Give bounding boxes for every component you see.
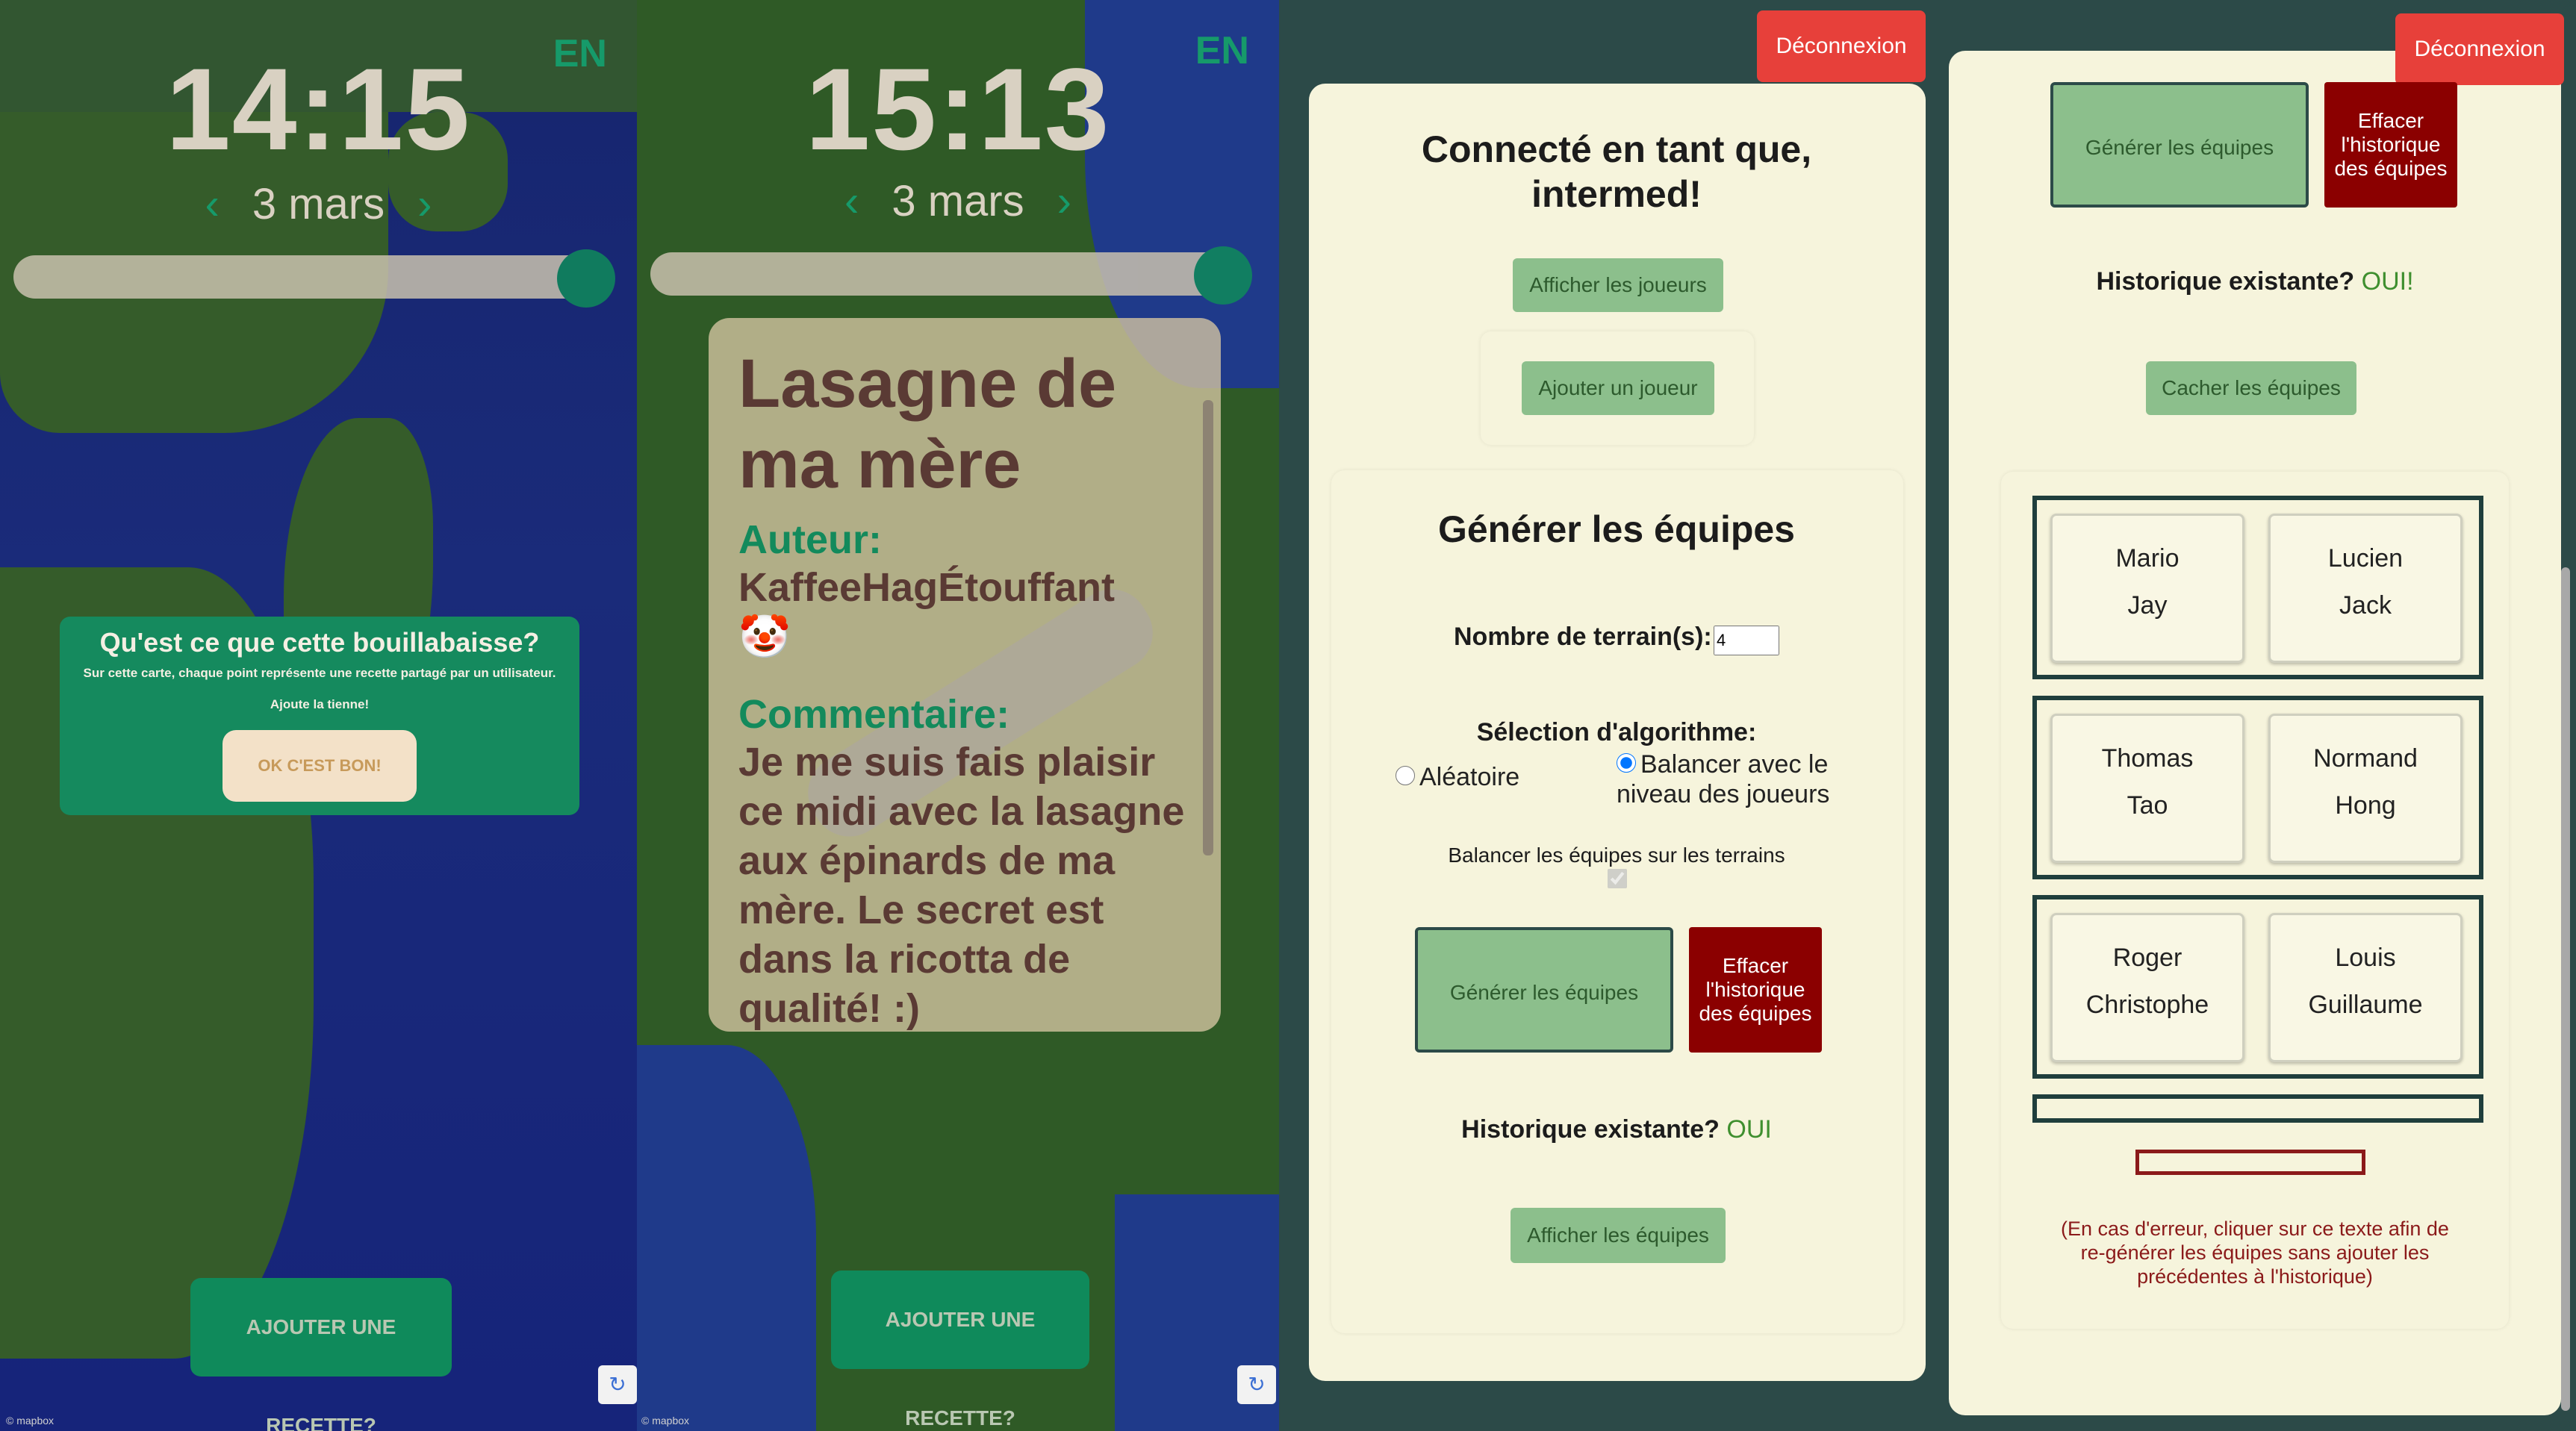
- chevron-left-icon[interactable]: ‹: [844, 177, 859, 225]
- player-name: Mario: [2115, 544, 2180, 573]
- info-popup: Qu'est ce que cette bouillabaisse? Sur c…: [60, 617, 579, 815]
- history-label: Historique existante?: [2096, 267, 2355, 296]
- team-group: Thomas Tao Normand Hong: [2032, 696, 2483, 879]
- ok-button[interactable]: OK C'EST BON!: [223, 730, 417, 802]
- team-card: Louis Guillaume: [2268, 913, 2463, 1062]
- clock: 15:13: [805, 45, 1111, 175]
- language-toggle[interactable]: EN: [553, 31, 607, 76]
- map-panel-city[interactable]: 15:13 EN ‹ 3 mars › Lasagne de ma mère Aut…: [637, 0, 1279, 1431]
- comment-text: Je me suis fais plaisir ce midi avec la …: [738, 740, 1185, 1031]
- slider-handle[interactable]: [557, 249, 615, 308]
- info-title: Qu'est ce que cette bouillabaisse?: [99, 627, 540, 658]
- slider-handle[interactable]: [1194, 246, 1252, 305]
- team-card: Thomas Tao: [2050, 714, 2244, 863]
- algo-balance-label: Balancer avec le niveau des joueurs: [1617, 750, 1830, 808]
- history-label: Historique existante?: [1461, 1115, 1720, 1144]
- history-status: Historique existante? OUI: [1340, 1115, 1893, 1144]
- hide-teams-button[interactable]: Cacher les équipes: [2146, 361, 2356, 415]
- logout-button[interactable]: Déconnexion: [1757, 10, 1926, 82]
- history-value: OUI: [1726, 1115, 1772, 1144]
- history-value: OUI!: [2361, 267, 2414, 296]
- team-card: Roger Christophe: [2050, 913, 2244, 1062]
- player-name: Jay: [2127, 591, 2168, 620]
- player-name: Thomas: [2101, 744, 2194, 773]
- player-name: Hong: [2335, 791, 2396, 820]
- author-name: KaffeeHagÉtouffant: [738, 565, 1116, 610]
- recaptcha-icon: ↻: [598, 1365, 637, 1404]
- recipe-popup[interactable]: Lasagne de ma mère Auteur: KaffeeHagÉtou…: [709, 318, 1221, 1032]
- scrollbar[interactable]: [2561, 567, 2570, 1411]
- map-credit: © mapbox: [641, 1415, 690, 1427]
- recipe-title: Lasagne de ma mère: [738, 346, 1117, 502]
- player-name: Guillaume: [2308, 991, 2423, 1019]
- team-group-empty: [2032, 1094, 2483, 1123]
- language-toggle[interactable]: EN: [1195, 28, 1249, 73]
- team-card: Mario Jay: [2050, 514, 2244, 663]
- map-water: [637, 1045, 816, 1431]
- player-name: Lucien: [2327, 544, 2404, 573]
- date-selector: ‹ 3 mars ›: [637, 176, 1279, 226]
- time-slider[interactable]: [13, 249, 615, 308]
- algo-random-label: Aléatoire: [1419, 763, 1520, 791]
- team-group: Mario Jay Lucien Jack: [2032, 496, 2483, 679]
- logout-button[interactable]: Déconnexion: [2395, 13, 2564, 85]
- clear-history-button[interactable]: Effacer l'historique des équipes: [2324, 82, 2457, 208]
- radio-random[interactable]: [1396, 766, 1415, 785]
- connected-as: Connecté en tant que, intermed!: [1421, 128, 1812, 215]
- radio-balance[interactable]: [1617, 753, 1636, 773]
- scrollbar[interactable]: [1203, 400, 1213, 855]
- chevron-right-icon[interactable]: ›: [1057, 177, 1071, 225]
- teams-panel: Déconnexion Générer les équipes Effacer …: [1949, 0, 2576, 1431]
- regenerate-note[interactable]: (En cas d'erreur, cliquer sur ce texte a…: [2046, 1217, 2464, 1288]
- show-teams-button[interactable]: Afficher les équipes: [1511, 1208, 1726, 1263]
- show-players-button[interactable]: Afficher les joueurs: [1513, 258, 1723, 312]
- chevron-left-icon[interactable]: ‹: [205, 180, 220, 228]
- player-name: Roger: [2112, 944, 2183, 972]
- player-name: Louis: [2335, 944, 2396, 972]
- fields-label: Nombre de terrain(s):: [1454, 623, 1712, 651]
- time-slider[interactable]: [650, 246, 1252, 305]
- add-recipe-button[interactable]: AJOUTER UNE RECETTE?: [190, 1278, 452, 1431]
- clock: 14:15: [166, 45, 471, 175]
- map-credit: © mapbox: [6, 1415, 55, 1427]
- balance-fields-label: Balancer les équipes sur les terrains: [1448, 844, 1785, 867]
- date-label: 3 mars: [252, 180, 385, 228]
- team-card: Lucien Jack: [2268, 514, 2463, 663]
- map-panel-world[interactable]: 14:15 EN ‹ 3 mars › Qu'est ce que cette bo…: [0, 0, 637, 1431]
- author-label: Auteur:: [738, 517, 882, 562]
- generate-teams-button[interactable]: Générer les équipes: [1415, 927, 1673, 1053]
- fields-input[interactable]: [1714, 626, 1779, 655]
- info-text: Sur cette carte, chaque point représente…: [83, 666, 556, 680]
- recaptcha-icon: ↻: [1237, 1365, 1276, 1404]
- add-recipe-button[interactable]: AJOUTER UNE RECETTE?: [831, 1271, 1089, 1430]
- algo-label: Sélection d'algorithme:: [1476, 718, 1757, 746]
- team-group: Roger Christophe Louis Guillaume: [2032, 895, 2483, 1079]
- date-label: 3 mars: [892, 177, 1024, 225]
- add-player-button[interactable]: Ajouter un joueur: [1522, 361, 1714, 415]
- generate-teams-button[interactable]: Générer les équipes: [2050, 82, 2309, 208]
- balance-fields-checkbox[interactable]: [1608, 869, 1627, 888]
- date-selector: ‹ 3 mars ›: [0, 179, 637, 229]
- player-name: Tao: [2127, 791, 2168, 820]
- player-name: Normand: [2313, 744, 2418, 773]
- player-name: Christophe: [2085, 991, 2209, 1019]
- clear-history-button[interactable]: Effacer l'historique des équipes: [1689, 927, 1822, 1053]
- admin-panel: Déconnexion Connecté en tant que, interm…: [1295, 0, 1945, 1431]
- author-emoji: 🤡: [738, 613, 791, 660]
- algo-random-option[interactable]: Aléatoire: [1396, 763, 1519, 792]
- generate-card: [1331, 470, 1903, 1333]
- algo-balance-option[interactable]: Balancer avec le niveau des joueurs: [1617, 749, 1863, 809]
- team-card: Normand Hong: [2268, 714, 2463, 863]
- chevron-right-icon[interactable]: ›: [417, 180, 432, 228]
- error-box: [2135, 1150, 2365, 1175]
- generate-title: Générer les équipes: [1437, 508, 1795, 550]
- info-text: Ajoute la tienne!: [270, 697, 370, 711]
- comment-label: Commentaire:: [738, 692, 1010, 737]
- history-status: Historique existante? OUI!: [1949, 267, 2561, 296]
- player-name: Jack: [2339, 591, 2392, 620]
